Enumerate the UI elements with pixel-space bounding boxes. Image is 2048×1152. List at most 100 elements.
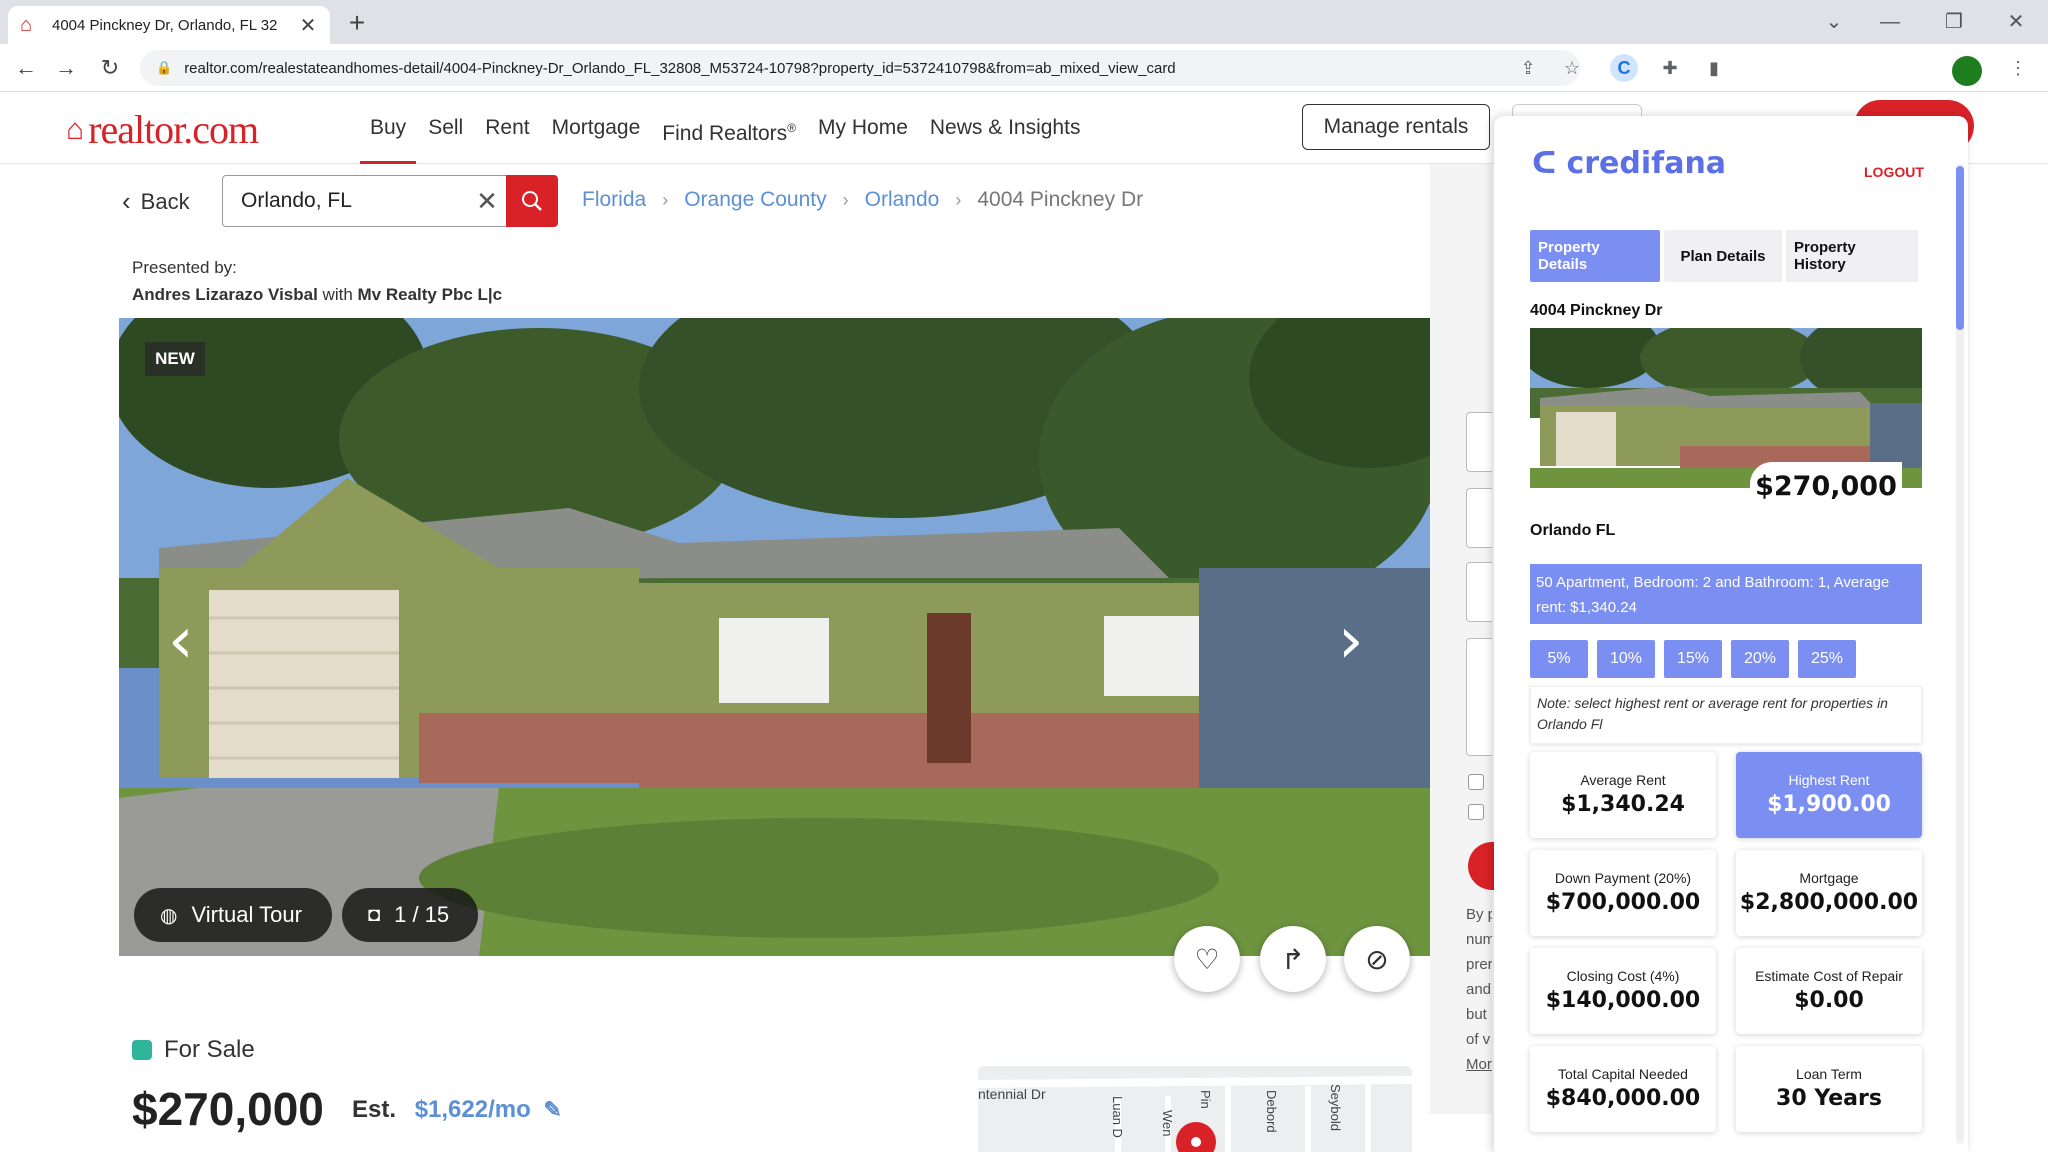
estimated-payment: Est. $1,622/mo ✎ [352,1096,562,1124]
house-logo-icon: ⌂ [66,112,85,146]
nav-mortgage[interactable]: Mortgage [552,92,641,164]
realtor-logo[interactable]: ⌂ realtor.com [66,106,259,153]
back-label: Back [140,188,190,214]
photo-counter-button[interactable]: ◘ 1 / 15 [342,888,478,942]
back-arrow-icon[interactable]: ← [10,52,42,84]
listing-status: For Sale [132,1036,255,1064]
contact-message-field[interactable] [1466,638,1492,756]
map-street-label: Luan D [1110,1096,1125,1138]
nav-news-insights[interactable]: News & Insights [930,92,1081,164]
profile-avatar[interactable] [1952,56,1982,86]
nav-buy[interactable]: Buy [359,92,417,164]
virtual-tour-button[interactable]: ◍ Virtual Tour [134,888,332,942]
minimize-icon[interactable]: — [1872,4,1908,40]
disclaimer-line: prer [1466,956,1492,973]
registered-mark: ® [787,121,797,135]
disclaimer-line: of v [1466,1031,1491,1048]
credifana-extension-icon[interactable]: C [1610,54,1638,82]
close-tab-icon[interactable]: ✕ [298,13,318,38]
search-button[interactable] [506,175,558,227]
credifana-logo: ᑕ credifana [1532,146,1726,181]
side-panel-icon[interactable]: ▮ [1700,54,1728,82]
card-value: 30 Years [1776,1086,1882,1111]
nav-rent[interactable]: Rent [485,92,529,164]
lock-icon[interactable]: 🔒 [156,60,172,76]
realtor-favicon-icon: ⌂ [20,14,33,36]
agent-name[interactable]: Andres Lizarazo Visbal [132,285,318,304]
manage-rentals-button[interactable]: Manage rentals [1302,104,1490,150]
contact-email-field[interactable] [1466,488,1492,548]
back-link[interactable]: ‹ Back [122,186,190,217]
map-street-label: Wen [1160,1110,1175,1137]
contact-checkbox[interactable] [1468,774,1484,790]
location-search-input[interactable]: Orlando, FL ✕ [222,175,508,227]
clear-search-icon[interactable]: ✕ [467,186,507,217]
nav-my-home[interactable]: My Home [818,92,908,164]
tab-property-details[interactable]: Property Details [1530,230,1660,282]
share-button[interactable]: ↱ [1260,926,1326,992]
contact-checkbox[interactable] [1468,804,1484,820]
highest-rent-card[interactable]: Highest Rent $1,900.00 [1736,752,1922,838]
disclaimer-more-link[interactable]: Mor [1466,1052,1492,1077]
listing-photo[interactable] [119,318,1430,956]
percent-10-button[interactable]: 10% [1597,640,1655,678]
map-preview[interactable]: ntennial Dr Luan D Wen Pin Debord Seybol… [978,1066,1412,1152]
tab-search-icon[interactable]: ⌄ [1816,4,1852,40]
close-window-icon[interactable]: ✕ [1998,4,2034,40]
card-label: Highest Rent [1788,772,1870,788]
breadcrumb-city[interactable]: Orlando [865,188,940,212]
percent-20-button[interactable]: 20% [1731,640,1789,678]
chevron-right-icon: › [955,189,962,210]
nav-find-realtors[interactable]: Find Realtors® [662,92,796,164]
nav-find-realtors-label: Find Realtors [662,122,788,145]
nav-sell[interactable]: Sell [428,92,463,164]
contact-name-field[interactable] [1466,412,1492,472]
chevron-left-icon: ‹ [122,186,131,216]
extensions-puzzle-icon[interactable]: ✚ [1656,54,1684,82]
contact-phone-field[interactable] [1466,562,1492,622]
card-label: Loan Term [1796,1066,1862,1082]
down-payment-card: Down Payment (20%) $700,000.00 [1530,850,1716,936]
card-value: $2,800,000.00 [1739,890,1919,915]
credifana-mark-icon: ᑕ [1532,146,1557,181]
percent-selector: 5% 10% 15% 20% 25% [1530,640,1865,678]
percent-25-button[interactable]: 25% [1798,640,1856,678]
forward-arrow-icon[interactable]: → [50,52,82,84]
restore-icon[interactable]: ❐ [1936,4,1972,40]
browser-tab[interactable]: ⌂ 4004 Pinckney Dr, Orlando, FL 32 ✕ [8,6,330,44]
card-value: $0.00 [1794,988,1864,1013]
presented-by: Presented by: Andres Lizarazo Visbal wit… [132,254,502,308]
card-label: Mortgage [1799,870,1859,886]
map-street-label: Debord [1264,1090,1279,1133]
save-heart-button[interactable]: ♡ [1174,926,1240,992]
bookmark-star-icon[interactable]: ☆ [1558,54,1586,82]
card-label: Average Rent [1580,772,1666,788]
percent-15-button[interactable]: 15% [1664,640,1722,678]
disclaimer-line: and [1466,981,1492,998]
share-icon[interactable]: ⇪ [1514,54,1542,82]
closing-cost-card: Closing Cost (4%) $140,000.00 [1530,948,1716,1034]
next-photo-icon[interactable]: › [1338,604,1364,678]
address-bar[interactable]: 🔒 realtor.com/realestateandhomes-detail/… [140,50,1580,86]
logout-button[interactable]: LOGOUT [1864,164,1924,180]
previous-photo-icon[interactable]: ‹ [168,604,194,678]
percent-5-button[interactable]: 5% [1530,640,1588,678]
breadcrumb-state[interactable]: Florida [582,188,646,212]
tab-plan-details[interactable]: Plan Details [1664,230,1782,282]
card-value: $1,900.00 [1767,792,1891,817]
browser-menu-icon[interactable]: ⋮ [2004,54,2032,82]
average-rent-card[interactable]: Average Rent $1,340.24 [1530,752,1716,838]
edit-pencil-icon[interactable]: ✎ [543,1097,561,1122]
panel-address: 4004 Pinckney Dr [1530,302,1663,319]
new-tab-icon[interactable]: + [340,6,374,40]
est-monthly-link[interactable]: $1,622/mo [415,1096,531,1123]
tab-property-history[interactable]: Property History [1786,230,1918,282]
breadcrumb-county[interactable]: Orange County [684,188,826,212]
globe-icon: ◍ [160,904,178,927]
reload-icon[interactable]: ↻ [94,52,126,84]
map-image [978,1076,1412,1152]
panel-scroll-thumb[interactable] [1956,166,1964,330]
hide-listing-button[interactable]: ⊘ [1344,926,1410,992]
credifana-brand: credifana [1566,146,1727,181]
chevron-right-icon: › [662,189,669,210]
